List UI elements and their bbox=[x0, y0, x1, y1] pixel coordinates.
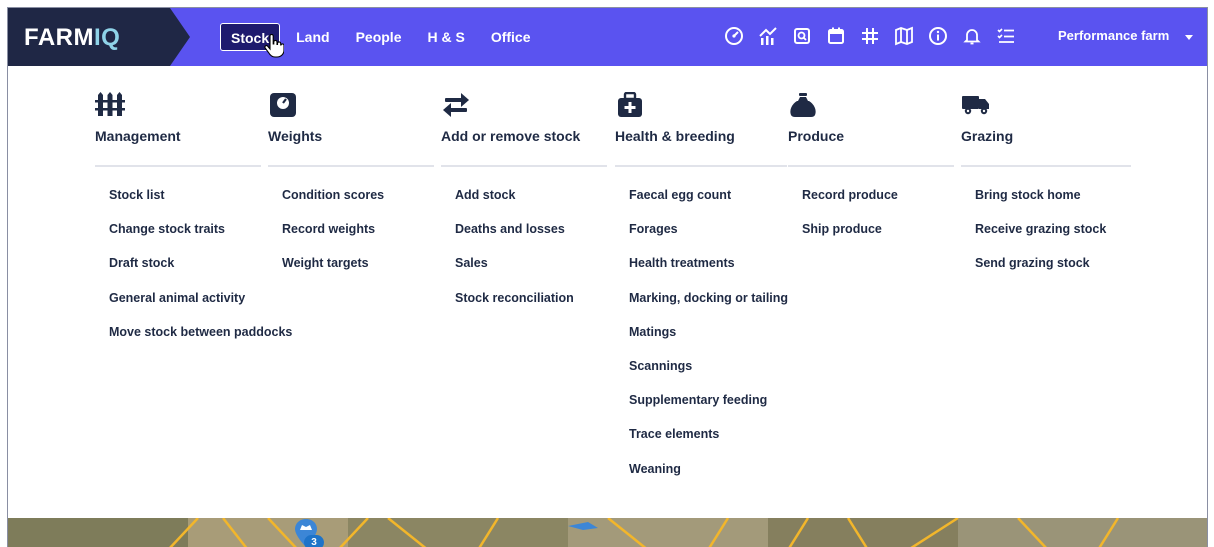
menu-item-matings[interactable]: Matings bbox=[629, 325, 788, 359]
menu-item-send-grazing-stock[interactable]: Send grazing stock bbox=[975, 256, 1106, 290]
sack-icon bbox=[788, 92, 844, 122]
chevron-down-icon[interactable] bbox=[1185, 35, 1193, 40]
menu-heading-add-remove-stock[interactable]: Add or remove stock bbox=[441, 128, 580, 144]
nav-tab-land[interactable]: Land bbox=[286, 23, 339, 51]
divider bbox=[961, 165, 1131, 167]
menu-item-weight-targets[interactable]: Weight targets bbox=[282, 256, 384, 290]
menu-heading-health-breeding[interactable]: Health & breeding bbox=[615, 128, 735, 144]
bell-icon[interactable] bbox=[961, 25, 983, 47]
farm-map[interactable]: 3 bbox=[8, 518, 1207, 547]
menu-item-supplementary-feeding[interactable]: Supplementary feeding bbox=[629, 393, 788, 427]
info-icon[interactable] bbox=[927, 25, 949, 47]
menu-item-marking-docking-tailing[interactable]: Marking, docking or tailing bbox=[629, 291, 788, 325]
menu-heading-grazing[interactable]: Grazing bbox=[961, 128, 1013, 144]
menu-item-scannings[interactable]: Scannings bbox=[629, 359, 788, 393]
menu-item-sales[interactable]: Sales bbox=[455, 256, 574, 290]
menu-item-receive-grazing-stock[interactable]: Receive grazing stock bbox=[975, 222, 1106, 256]
menu-item-stock-reconciliation[interactable]: Stock reconciliation bbox=[455, 291, 574, 325]
scale-icon bbox=[268, 92, 322, 122]
menu-heading-weights[interactable]: Weights bbox=[268, 128, 322, 144]
menu-item-general-animal-activity[interactable]: General animal activity bbox=[109, 291, 292, 325]
menu-item-deaths-and-losses[interactable]: Deaths and losses bbox=[455, 222, 574, 256]
fence-icon bbox=[95, 92, 181, 122]
divider bbox=[441, 165, 607, 167]
stock-mega-menu: Management Stock list Change stock trait… bbox=[8, 66, 1207, 518]
gauge-icon[interactable] bbox=[723, 25, 745, 47]
divider bbox=[788, 165, 954, 167]
menu-item-stock-list[interactable]: Stock list bbox=[109, 188, 292, 222]
menu-item-record-weights[interactable]: Record weights bbox=[282, 222, 384, 256]
truck-icon bbox=[961, 92, 1013, 122]
menu-heading-produce[interactable]: Produce bbox=[788, 128, 844, 144]
map-icon[interactable] bbox=[893, 25, 915, 47]
menu-item-record-produce[interactable]: Record produce bbox=[802, 188, 898, 222]
checklist-icon[interactable] bbox=[995, 25, 1017, 47]
menu-item-condition-scores[interactable]: Condition scores bbox=[282, 188, 384, 222]
hand-cursor-icon bbox=[264, 34, 284, 58]
app-window: FARMIQ Stock Land People H & S Office Pe… bbox=[7, 7, 1208, 547]
nav-tab-health-safety[interactable]: H & S bbox=[417, 23, 474, 51]
top-nav-bar: FARMIQ Stock Land People H & S Office Pe… bbox=[8, 8, 1207, 66]
menu-item-bring-stock-home[interactable]: Bring stock home bbox=[975, 188, 1106, 222]
divider bbox=[95, 165, 261, 167]
logo[interactable]: FARMIQ bbox=[8, 8, 190, 66]
farm-selector[interactable]: Performance farm bbox=[1058, 28, 1169, 43]
medical-kit-icon bbox=[615, 91, 735, 122]
menu-item-trace-elements[interactable]: Trace elements bbox=[629, 427, 788, 461]
marker-count-badge: 3 bbox=[304, 535, 324, 547]
menu-item-move-stock[interactable]: Move stock between paddocks bbox=[109, 325, 292, 359]
menu-item-draft-stock[interactable]: Draft stock bbox=[109, 256, 292, 290]
grid-icon[interactable] bbox=[859, 25, 881, 47]
nav-tab-office[interactable]: Office bbox=[481, 23, 541, 51]
analytics-icon[interactable] bbox=[757, 25, 779, 47]
logo-text: FARMIQ bbox=[24, 24, 121, 51]
menu-item-weaning[interactable]: Weaning bbox=[629, 462, 788, 496]
menu-item-forages[interactable]: Forages bbox=[629, 222, 788, 256]
swap-icon bbox=[441, 92, 580, 122]
menu-item-health-treatments[interactable]: Health treatments bbox=[629, 256, 788, 290]
map-terrain bbox=[8, 518, 1207, 547]
menu-item-change-stock-traits[interactable]: Change stock traits bbox=[109, 222, 292, 256]
menu-item-faecal-egg-count[interactable]: Faecal egg count bbox=[629, 188, 788, 222]
menu-item-add-stock[interactable]: Add stock bbox=[455, 188, 574, 222]
menu-item-ship-produce[interactable]: Ship produce bbox=[802, 222, 898, 256]
documents-icon[interactable] bbox=[791, 25, 813, 47]
calendar-icon[interactable] bbox=[825, 25, 847, 47]
nav-tab-people[interactable]: People bbox=[346, 23, 412, 51]
menu-heading-management[interactable]: Management bbox=[95, 128, 181, 144]
divider bbox=[615, 165, 787, 167]
toolbar-icons bbox=[723, 25, 1029, 47]
divider bbox=[268, 165, 434, 167]
